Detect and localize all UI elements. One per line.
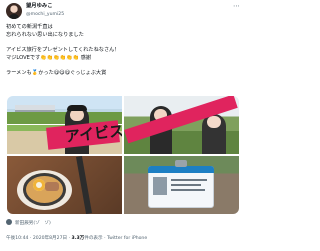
user-handle[interactable]: @mochi_yumi25 [26, 11, 64, 18]
lanyard [76, 156, 92, 214]
avatar[interactable] [6, 3, 22, 19]
display-name[interactable]: 望月ゆみこ [26, 3, 53, 10]
media-grid: アイビス [7, 96, 239, 214]
client-name: Twitter for iPhone [107, 236, 148, 241]
views-count: 3.3万 [71, 236, 85, 241]
face [207, 116, 221, 128]
tweet-header: 望月ゆみこ @mochi_yumi25 ⋯ [6, 3, 240, 21]
separator: · [29, 236, 32, 241]
tweet-line: 初めての新潟千直は [6, 24, 53, 30]
grandstand [15, 105, 55, 112]
photo-ramen[interactable] [7, 156, 122, 214]
egg [33, 179, 45, 191]
tagged-users[interactable]: 新田辰男(ゾ ゾ) [6, 219, 51, 227]
tweet-line [6, 62, 242, 70]
person-icon [6, 219, 12, 225]
tweet-meta: 午後10:44 · 2020年8月27日 · 3.3万件の表示 · Twitte… [6, 235, 147, 243]
id-card-header [148, 166, 214, 173]
photo-badge[interactable] [124, 156, 239, 214]
photo-two-women[interactable] [124, 96, 239, 154]
tweet-text: 初めての新潟千直は 忘れられない思い出になりました アイビス旅行をプレゼントして… [6, 24, 242, 78]
tweet-time[interactable]: 午後10:44 [6, 236, 28, 241]
tweet-line: 忘れられない思い出になりました [6, 31, 84, 38]
tweet-date[interactable]: 2020年8月27日 [33, 236, 67, 241]
tagged-text: 新田辰男(ゾ ゾ) [15, 221, 51, 226]
more-icon[interactable]: ⋯ [233, 3, 240, 10]
badge-clip [175, 160, 187, 167]
tweet-line: アイビス旅行をプレゼントしてくれたねなさん！ [6, 47, 120, 54]
id-text-line [171, 189, 205, 191]
tweet-line: ラーメンも🥇かった😋😋😋ぐっじょぶ大賞 [6, 70, 107, 77]
id-text-line [171, 184, 201, 186]
separator: · [68, 236, 71, 241]
tweet-line: マジLOVEです👏👏👏👏👏👏 感謝 [6, 54, 92, 61]
id-photo [153, 177, 167, 195]
photo-racecourse[interactable]: アイビス [7, 96, 122, 154]
cap [67, 105, 87, 111]
tweet-line [6, 39, 242, 47]
views-label: 件の表示 [84, 236, 103, 241]
id-text-line [171, 179, 207, 181]
separator: · [104, 236, 106, 241]
chashu [45, 182, 59, 191]
